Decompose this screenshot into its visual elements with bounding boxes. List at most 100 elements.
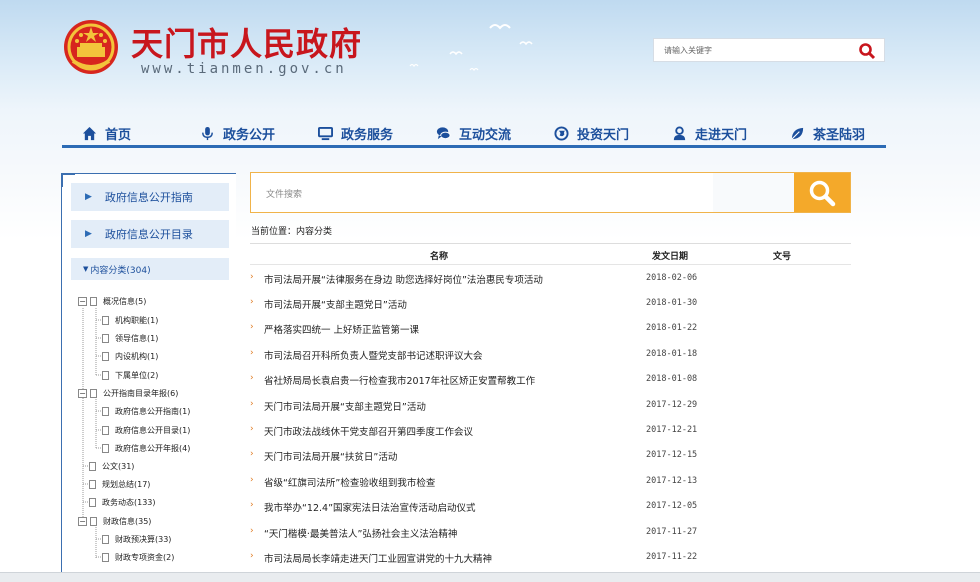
row-title[interactable]: 我市举办“12.4”国家宪法日法治宣传活动启动仪式 xyxy=(264,500,476,514)
tree-node[interactable]: 内设机构(1) xyxy=(102,349,158,363)
row-date: 2018-01-30 xyxy=(646,298,698,308)
table-row[interactable]: › 市司法局开展“支部主题党日”活动 2018-01-30 xyxy=(250,291,851,316)
sidebar-corner-decoration xyxy=(61,173,75,187)
tree-node[interactable]: 财政预决算(33) xyxy=(102,532,171,546)
document-icon xyxy=(102,333,109,343)
table-row[interactable]: › 我市举办“12.4”国家宪法日法治宣传活动启动仪式 2017-12-05 xyxy=(250,494,851,519)
table-row[interactable]: › 市司法局局长李靖走进天门工业园宣讲党的十九大精神 2017-11-22 xyxy=(250,545,851,570)
collapse-toggle-icon[interactable]: − xyxy=(78,516,87,526)
tree-node-label: 内设机构(1) xyxy=(115,351,159,361)
document-icon xyxy=(102,406,109,416)
bullet-arrow-icon: › xyxy=(250,348,254,358)
bullet-arrow-icon: › xyxy=(250,526,254,536)
row-title[interactable]: 天门市司法局开展“支部主题党日”活动 xyxy=(264,399,426,413)
nav-item-luyu[interactable]: 茶圣陆羽 xyxy=(790,122,865,144)
tree-node[interactable]: 下属单位(2) xyxy=(102,368,158,382)
category-tree: − 概况信息(5) 机构职能(1) 领导信息(1) 内设机构(1) 下属单位(2… xyxy=(62,174,237,582)
tree-node-label: 政务动态(133) xyxy=(102,497,156,507)
document-icon xyxy=(102,425,109,435)
nav-item-about[interactable]: 走进天门 xyxy=(672,122,747,144)
row-title[interactable]: 市司法局局长李靖走进天门工业园宣讲党的十九大精神 xyxy=(264,551,492,565)
nav-item-interaction[interactable]: 互动交流 xyxy=(436,122,511,144)
column-header-number: 文号 xyxy=(773,252,792,262)
main-nav: 首页 政务公开 政务服务 互动交流 投资天门 走进天门 茶圣陆羽 xyxy=(62,118,886,148)
table-row[interactable]: › 市司法局召开科所负责人暨党支部书记述职评议大会 2018-01-18 xyxy=(250,342,851,367)
tree-node[interactable]: − 概况信息(5) xyxy=(78,294,146,308)
row-title[interactable]: 市司法局召开科所负责人暨党支部书记述职评议大会 xyxy=(264,348,483,362)
row-title[interactable]: 严格落实四统一 上好矫正监管第一课 xyxy=(264,322,419,336)
document-icon xyxy=(89,497,96,507)
row-title[interactable]: 省级“红旗司法所”检查验收组到我市检查 xyxy=(264,475,435,489)
file-search-input[interactable] xyxy=(334,181,709,205)
bullet-arrow-icon: › xyxy=(250,272,254,282)
monitor-icon xyxy=(318,126,333,140)
row-title[interactable]: 市司法局开展“法律服务在身边 助您选择好岗位”法治惠民专项活动 xyxy=(264,272,543,286)
bullet-arrow-icon: › xyxy=(250,322,254,332)
tree-node[interactable]: 机构职能(1) xyxy=(102,313,158,327)
nav-item-invest[interactable]: 投资天门 xyxy=(554,122,629,144)
table-row[interactable]: › 天门市司法局开展“扶贫日”活动 2017-12-15 xyxy=(250,443,851,468)
tree-node-label: 政府信息公开年报(4) xyxy=(115,443,191,453)
row-date: 2018-02-06 xyxy=(646,273,698,283)
bullet-arrow-icon: › xyxy=(250,424,254,434)
tree-node[interactable]: − 公开指南目录年报(6) xyxy=(78,386,178,400)
tree-node[interactable]: 政府信息公开目录(1) xyxy=(102,423,190,437)
nav-label: 互动交流 xyxy=(459,127,512,143)
row-date: 2018-01-18 xyxy=(646,349,698,359)
search-icon[interactable] xyxy=(858,42,876,60)
document-icon xyxy=(102,351,109,361)
row-title[interactable]: 市司法局开展“支部主题党日”活动 xyxy=(264,297,407,311)
row-date: 2017-12-05 xyxy=(646,501,698,511)
document-icon xyxy=(102,315,109,325)
tree-node[interactable]: 公文(31) xyxy=(89,459,134,473)
bullet-arrow-icon: › xyxy=(250,500,254,510)
tree-node-label: 规划总结(17) xyxy=(102,479,151,489)
globe-icon xyxy=(554,125,569,141)
breadcrumb: 当前位置：内容分类 xyxy=(251,227,333,237)
table-header: 名称 发文日期 文号 xyxy=(250,243,851,265)
bullet-arrow-icon: › xyxy=(250,297,254,307)
collapse-toggle-icon[interactable]: − xyxy=(78,388,87,398)
tree-node-label: 公开指南目录年报(6) xyxy=(103,388,179,398)
home-icon xyxy=(82,126,97,140)
collapse-toggle-icon[interactable]: − xyxy=(78,296,87,306)
nav-label: 首页 xyxy=(105,127,132,143)
table-row[interactable]: › 天门市政法战线休干党支部召开第四季度工作会议 2017-12-21 xyxy=(250,418,851,443)
row-date: 2018-01-08 xyxy=(646,374,698,384)
table-row[interactable]: › “天门楷模·最美普法人”弘扬社会主义法治精神 2017-11-27 xyxy=(250,520,851,545)
file-search-button[interactable] xyxy=(794,173,850,212)
column-header-date: 发文日期 xyxy=(652,252,689,262)
nav-label: 政务服务 xyxy=(341,127,394,143)
table-row[interactable]: › 市司法局开展“法律服务在身边 助您选择好岗位”法治惠民专项活动 2018-02-… xyxy=(250,266,851,291)
table-row[interactable]: › 省级“红旗司法所”检查验收组到我市检查 2017-12-13 xyxy=(250,469,851,494)
row-title[interactable]: 天门市政法战线休干党支部召开第四季度工作会议 xyxy=(264,424,473,438)
nav-label: 茶圣陆羽 xyxy=(813,127,866,143)
tree-node-label: 财政信息(35) xyxy=(103,516,152,526)
tree-node[interactable]: 政府信息公开指南(1) xyxy=(102,404,190,418)
top-search-input[interactable] xyxy=(664,43,844,58)
tree-node-label: 政府信息公开目录(1) xyxy=(115,425,191,435)
row-date: 2017-12-13 xyxy=(646,476,698,486)
document-icon xyxy=(102,552,109,562)
nav-item-gov-affairs[interactable]: 政务公开 xyxy=(200,122,275,144)
document-icon xyxy=(89,461,96,471)
bullet-arrow-icon: › xyxy=(250,399,254,409)
bullet-arrow-icon: › xyxy=(250,373,254,383)
table-row[interactable]: › 省社矫局局长袁启贵一行检查我市2017年社区矫正安置帮教工作 2018-01-0… xyxy=(250,367,851,392)
table-row[interactable]: › 严格落实四统一 上好矫正监管第一课 2018-01-22 xyxy=(250,316,851,341)
document-icon xyxy=(89,479,96,489)
row-title[interactable]: “天门楷模·最美普法人”弘扬社会主义法治精神 xyxy=(264,526,457,540)
tree-node[interactable]: 政务动态(133) xyxy=(89,495,156,509)
tree-node[interactable]: 规划总结(17) xyxy=(89,477,150,491)
tree-node[interactable]: − 财政信息(35) xyxy=(78,514,151,528)
nav-item-gov-service[interactable]: 政务服务 xyxy=(318,122,393,144)
row-title[interactable]: 天门市司法局开展“扶贫日”活动 xyxy=(264,449,397,463)
nav-item-home[interactable]: 首页 xyxy=(82,122,131,144)
tree-node[interactable]: 领导信息(1) xyxy=(102,331,158,345)
table-row[interactable]: › 天门市司法局开展“支部主题党日”活动 2017-12-29 xyxy=(250,393,851,418)
tree-node-label: 下属单位(2) xyxy=(115,370,159,380)
top-search-box xyxy=(653,38,885,62)
tree-node[interactable]: 财政专项资金(2) xyxy=(102,550,174,564)
row-title[interactable]: 省社矫局局长袁启贵一行检查我市2017年社区矫正安置帮教工作 xyxy=(264,373,535,387)
tree-node[interactable]: 政府信息公开年报(4) xyxy=(102,441,190,455)
